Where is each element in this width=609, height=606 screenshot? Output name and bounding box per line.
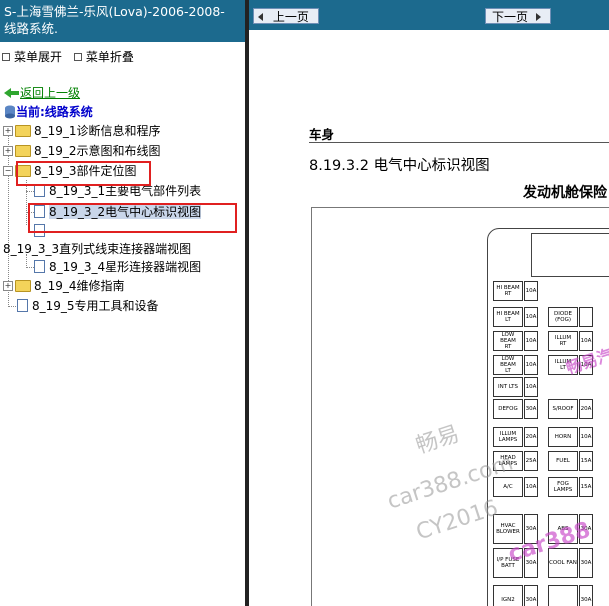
tree-item-inline-connector-views[interactable]: 8_19_3_3直列式线束连接器端视图 (3, 241, 191, 257)
fuse-amperage: 30A (524, 399, 538, 419)
square-icon (73, 52, 82, 61)
fuse-amperage: 20A (524, 427, 538, 447)
document-view: 车身 8.19.3.2 电气中心标识视图 发动机舱保险 HI BEAM RT 10… (249, 30, 609, 606)
page-heading: 8.19.3.2 电气中心标识视图 (309, 158, 490, 174)
section-title: 车身 (309, 127, 335, 142)
fuse-amperage: 20A (579, 399, 593, 419)
fuse-amperage: 10A (579, 427, 593, 447)
back-arrow-icon (4, 87, 19, 98)
fuse-amperage: 15A (579, 451, 593, 471)
tree-item-schematics[interactable]: +8_19_2示意图和布线图 (3, 143, 161, 159)
fuse-amperage: 10A (524, 331, 538, 351)
back-link[interactable]: 返回上一级 (4, 84, 80, 101)
square-icon (2, 52, 10, 61)
fuse-amperage: 30A (579, 548, 593, 578)
fuse-label: FUEL (548, 451, 578, 471)
fuse-amperage: 30A (524, 585, 538, 606)
left-nav-pane: S-上海雪佛兰-乐风(Lova)-2006-2008- 线路系统. 菜单展开 菜… (0, 0, 245, 606)
fuse-label: S/ROOF (548, 399, 578, 419)
menu-controls: 菜单展开 菜单折叠 (2, 48, 142, 65)
fuse-label: DEFOG (493, 399, 523, 419)
fuse-label: HORN (548, 427, 578, 447)
divider-line (309, 142, 609, 143)
folder-icon (15, 279, 31, 292)
fuse-amperage: 30A (579, 585, 593, 606)
collapse-icon[interactable]: − (3, 165, 13, 176)
tree-line (26, 267, 34, 268)
fuse-amperage: 10A (524, 477, 538, 497)
fuse-label: HI BEAM LT (493, 307, 523, 327)
left-arrow-icon (258, 12, 263, 21)
tree-item-star-connector-views[interactable]: 8_19_3_4星形连接器端视图 (34, 259, 201, 275)
page-toolbar: 上一页 下一页 (249, 0, 609, 30)
tree-item-diagnostics[interactable]: +8_19_1诊断信息和程序 (3, 123, 161, 139)
prev-page-button[interactable]: 上一页 (253, 8, 319, 24)
highlight-box (28, 203, 237, 233)
fuse-amperage (579, 307, 593, 327)
highlight-box (16, 161, 151, 186)
expand-icon[interactable]: + (3, 125, 13, 136)
fuse-amperage: 10A (524, 281, 538, 301)
document-icon (17, 299, 28, 312)
content-pane: 上一页 下一页 车身 8.19.3.2 电气中心标识视图 发动机舱保险 HI B… (249, 0, 609, 606)
expand-icon[interactable]: + (3, 280, 13, 291)
fuse-amperage: 10A (524, 377, 538, 397)
fuse-amperage: 25A (524, 451, 538, 471)
fuse-label: HI BEAM RT (493, 281, 523, 301)
fuse-label: LOW BEAM LT (493, 355, 523, 375)
expand-icon[interactable]: + (3, 145, 13, 156)
diagram-title: 发动机舱保险 (523, 185, 607, 201)
tree-item-repair-guide[interactable]: +8_19_4维修指南 (3, 278, 125, 294)
tree-line (26, 180, 27, 225)
current-location: 当前:线路系统 (4, 103, 93, 120)
expand-all-button[interactable]: 菜单展开 (2, 50, 66, 64)
folder-icon (15, 144, 31, 157)
fuse-amperage: 15A (579, 477, 593, 497)
document-icon (34, 260, 45, 273)
fuse-label: INT LTS (493, 377, 523, 397)
fuse-label: FOG LAMPS (548, 477, 578, 497)
fuse-amperage: 10A (524, 307, 538, 327)
collapse-all-button[interactable]: 菜单折叠 (73, 50, 138, 64)
tree-item-special-tools[interactable]: 8_19_5专用工具和设备 (17, 298, 159, 314)
right-arrow-icon (535, 12, 541, 21)
folder-icon (15, 124, 31, 137)
fuse-label (548, 585, 578, 606)
fuse-label: IGN2 (493, 585, 523, 606)
fuse-label: LOW BEAM RT (493, 331, 523, 351)
fuse-box-top-block (531, 233, 609, 277)
sidebar-title: S-上海雪佛兰-乐风(Lova)-2006-2008- 线路系统. (0, 0, 245, 42)
database-icon (5, 105, 15, 118)
tree-line (8, 306, 16, 307)
fuse-label: ILLUM RT (548, 331, 578, 351)
next-page-button[interactable]: 下一页 (485, 8, 551, 24)
fuse-label: ILLUM LAMPS (493, 427, 523, 447)
fuse-label: DIODE (FOG) (548, 307, 578, 327)
tree-line (26, 191, 34, 192)
fuse-amperage: 10A (524, 355, 538, 375)
